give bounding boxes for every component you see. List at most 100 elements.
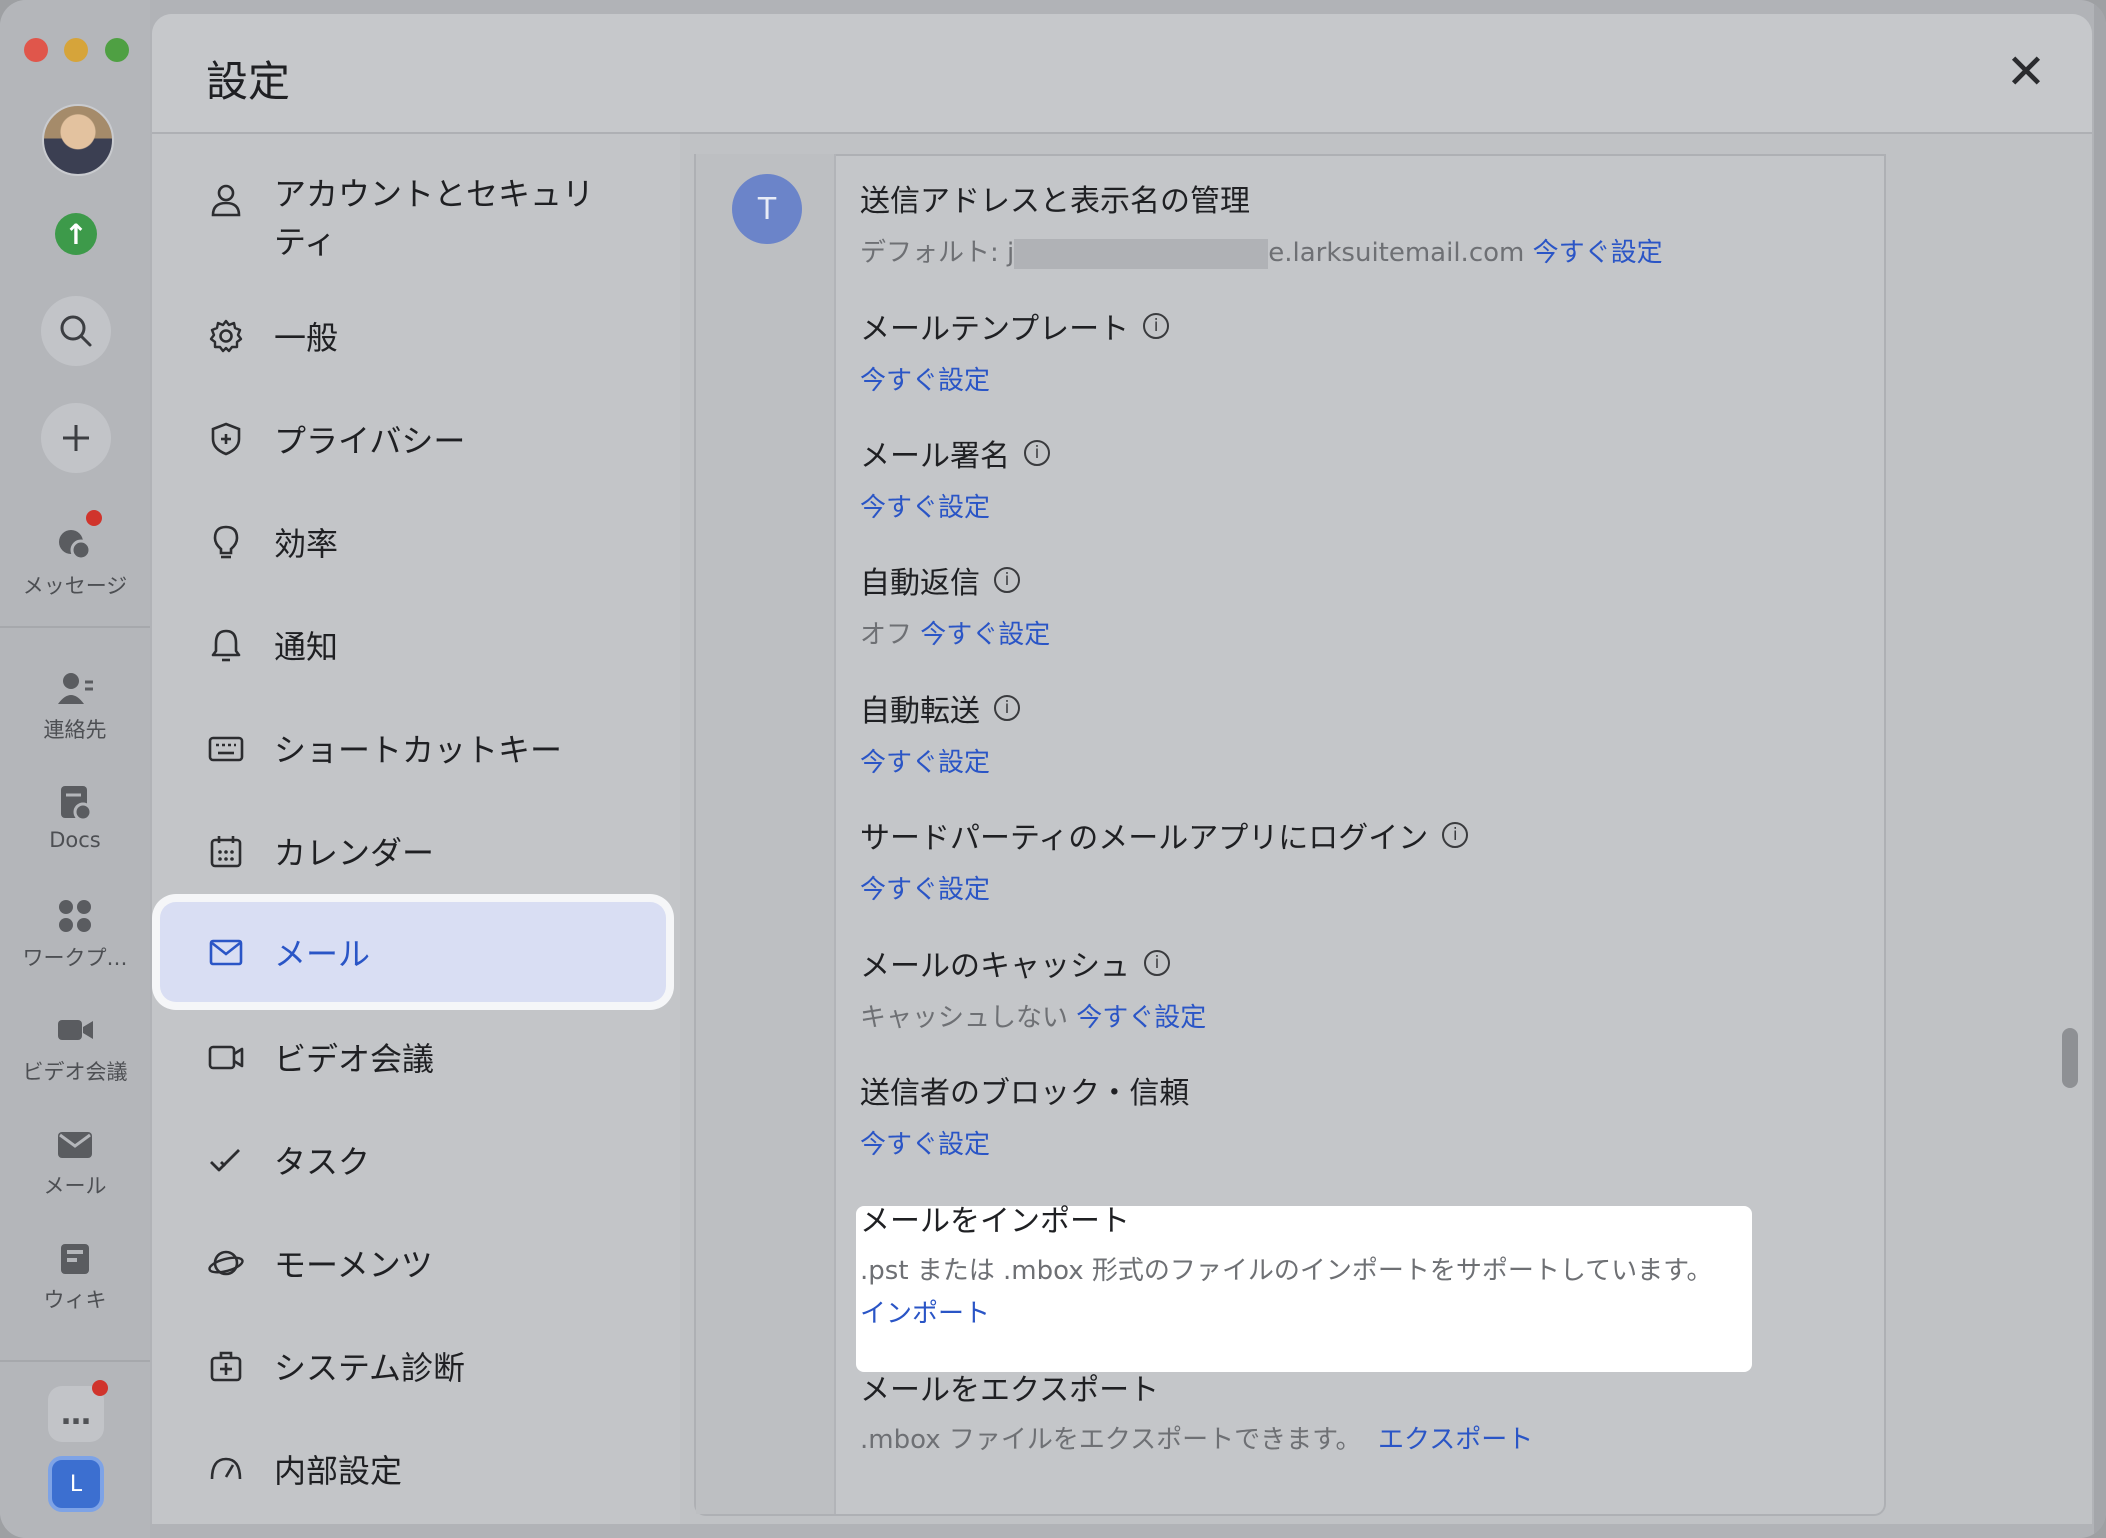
- nav-item-account-security[interactable]: アカウントとセキュリティ: [160, 152, 666, 280]
- auto-reply-status: オフ: [860, 620, 913, 650]
- setting-title: 自動転送: [860, 694, 980, 729]
- setting-subtitle: オフ 今すぐ設定: [860, 614, 1050, 651]
- upgrade-arrow-icon[interactable]: ↑: [55, 213, 97, 255]
- nav-item-label: システム診断: [274, 1349, 466, 1387]
- info-icon[interactable]: i: [1442, 822, 1469, 848]
- rail-item-wiki[interactable]: ウィキ: [0, 1238, 150, 1314]
- setting-title-row: メールテンプレート i: [860, 304, 1170, 348]
- mail-template-set-link[interactable]: 今すぐ設定: [860, 366, 990, 396]
- third-party-set-link[interactable]: 今すぐ設定: [860, 875, 990, 905]
- nav-item-label: ショートカットキー: [274, 731, 563, 769]
- nav-item-label: メール: [274, 935, 371, 973]
- add-button[interactable]: [41, 403, 111, 473]
- search-button[interactable]: [41, 296, 111, 366]
- info-icon[interactable]: i: [1143, 313, 1170, 339]
- setting-title-row: メール署名 i: [860, 431, 1050, 475]
- rail-divider: [0, 626, 150, 628]
- signature-set-link[interactable]: 今すぐ設定: [860, 493, 990, 523]
- nav-item-privacy[interactable]: プライバシー: [160, 387, 666, 491]
- app-rail: ↑ メッセージ 連絡先 Docs ワークプ… ビデオ会議 メール ウィキ … L: [0, 0, 150, 1538]
- rail-item-label: ウィキ: [43, 1288, 107, 1312]
- rail-item-label: Docs: [49, 828, 101, 852]
- window-close-button[interactable]: [24, 38, 48, 62]
- setting-subtitle: 今すぐ設定: [860, 360, 1169, 397]
- cache-set-link[interactable]: 今すぐ設定: [1076, 1003, 1206, 1033]
- gear-icon: [204, 314, 248, 358]
- bell-icon: [204, 623, 248, 667]
- wiki-icon: [0, 1238, 150, 1278]
- setting-subtitle: 今すぐ設定: [860, 869, 1468, 906]
- nav-item-internal-settings[interactable]: 内部設定: [160, 1417, 666, 1521]
- workspace-switcher[interactable]: L: [48, 1456, 104, 1512]
- default-address-prefix: デフォルト: j: [860, 238, 1015, 268]
- rail-item-workplace[interactable]: ワークプ…: [0, 896, 150, 972]
- setting-title-row: 自動転送 i: [860, 686, 1020, 730]
- rail-item-label: メール: [43, 1174, 107, 1198]
- notification-badge: [92, 1380, 108, 1396]
- user-avatar[interactable]: [42, 104, 114, 176]
- nav-item-calendar[interactable]: カレンダー: [160, 799, 666, 903]
- setting-export-mail: メールをエクスポート .mbox ファイルをエクスポートできます。 エクスポート: [860, 1365, 1533, 1456]
- info-icon[interactable]: i: [994, 695, 1020, 721]
- nav-item-label: ビデオ会議: [274, 1040, 435, 1078]
- block-trust-set-link[interactable]: 今すぐ設定: [860, 1130, 990, 1160]
- nav-item-general[interactable]: 一般: [160, 284, 666, 388]
- setting-mail-template: メールテンプレート i 今すぐ設定: [860, 304, 1170, 397]
- rail-item-video-meetings[interactable]: ビデオ会議: [0, 1010, 150, 1086]
- rail-item-contacts[interactable]: 連絡先: [0, 668, 150, 744]
- video-camera-icon: [0, 1010, 150, 1050]
- nav-item-shortcut-keys[interactable]: ショートカットキー: [160, 696, 666, 800]
- settings-dialog: 設定 ✕ アカウントとセキュリティ 一般 プライバシー 効率 通知 ショートカッ…: [152, 14, 2092, 1524]
- person-icon: [204, 178, 248, 222]
- nav-item-label: カレンダー: [274, 834, 435, 872]
- auto-forward-set-link[interactable]: 今すぐ設定: [860, 748, 990, 778]
- rail-item-messages[interactable]: メッセージ: [0, 524, 150, 600]
- nav-item-video-meetings[interactable]: ビデオ会議: [160, 1005, 666, 1109]
- sender-address-set-link[interactable]: 今すぐ設定: [1533, 238, 1663, 268]
- info-icon[interactable]: i: [994, 567, 1020, 593]
- dialog-header: 設定 ✕: [152, 14, 2092, 134]
- setting-sender-address: 送信アドレスと表示名の管理 デフォルト: j e.larksuitemail.co…: [860, 176, 1663, 269]
- nav-item-mail[interactable]: メール: [160, 902, 666, 1002]
- video-camera-icon: [204, 1035, 248, 1079]
- nav-item-label: モーメンツ: [274, 1246, 433, 1284]
- window-minimize-button[interactable]: [64, 38, 88, 62]
- nav-item-label: 一般: [274, 319, 339, 357]
- nav-item-system-diagnostics[interactable]: システム診断: [160, 1314, 666, 1418]
- setting-title-row: サードパーティのメールアプリにログイン i: [860, 813, 1469, 857]
- medkit-icon: [204, 1344, 248, 1388]
- close-icon[interactable]: ✕: [2000, 46, 2052, 98]
- nav-item-label: プライバシー: [274, 422, 466, 460]
- setting-subtitle: デフォルト: j e.larksuitemail.com 今すぐ設定: [860, 232, 1663, 269]
- planet-icon: [204, 1241, 248, 1285]
- window-zoom-button[interactable]: [105, 38, 129, 62]
- rail-item-mail[interactable]: メール: [0, 1124, 150, 1200]
- nav-item-notifications[interactable]: 通知: [160, 593, 666, 697]
- nav-item-efficiency[interactable]: 効率: [160, 490, 666, 594]
- setting-title: 送信者のブロック・信頼: [860, 1076, 1190, 1111]
- rail-item-docs[interactable]: Docs: [0, 782, 150, 852]
- nav-item-moments[interactable]: モーメンツ: [160, 1211, 666, 1315]
- export-link[interactable]: エクスポート: [1378, 1425, 1533, 1455]
- setting-title: 送信アドレスと表示名の管理: [860, 184, 1250, 219]
- setting-subtitle: .mbox ファイルをエクスポートできます。 エクスポート: [860, 1419, 1533, 1456]
- rail-item-label: 連絡先: [43, 718, 107, 742]
- info-icon[interactable]: i: [1144, 950, 1170, 976]
- setting-title: メールテンプレート: [860, 312, 1130, 347]
- setting-auto-reply: 自動返信 i オフ 今すぐ設定: [860, 558, 1050, 651]
- content-scrollbar[interactable]: [2062, 1028, 2078, 1088]
- import-link[interactable]: インポート: [860, 1299, 990, 1329]
- nav-item-label: 通知: [274, 628, 339, 666]
- rail-divider: [0, 1360, 150, 1362]
- auto-reply-set-link[interactable]: 今すぐ設定: [920, 620, 1050, 650]
- setting-auto-forward: 自動転送 i 今すぐ設定: [860, 686, 1020, 779]
- info-icon[interactable]: i: [1024, 440, 1050, 466]
- nav-item-tasks[interactable]: タスク: [160, 1108, 666, 1212]
- chat-bubble-icon: [0, 524, 150, 564]
- setting-title-row: 自動返信 i: [860, 558, 1050, 602]
- setting-block-trust-senders: 送信者のブロック・信頼 今すぐ設定: [860, 1068, 1189, 1161]
- window-edge: [2094, 0, 2106, 1538]
- setting-subtitle: キャッシュしない 今すぐ設定: [860, 997, 1206, 1034]
- nav-item-label: 内部設定: [274, 1452, 403, 1490]
- search-icon: [60, 315, 92, 347]
